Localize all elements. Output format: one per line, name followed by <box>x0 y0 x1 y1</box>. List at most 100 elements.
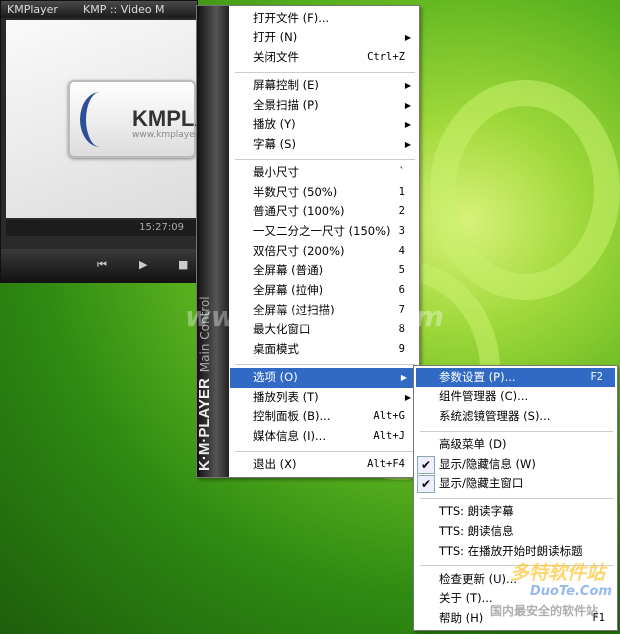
title-bar[interactable]: KMPlayer KMP :: Video M <box>1 1 197 18</box>
menu-separator <box>414 427 617 435</box>
shortcut-label: 4 <box>398 244 405 257</box>
menu-item[interactable]: 全景扫描 (P) ▶ <box>229 96 419 116</box>
menu-item[interactable]: 半数尺寸 (50%) 1 <box>229 183 419 203</box>
play-button[interactable]: ▶ <box>139 258 147 271</box>
menu-item-label: 检查更新 (U)... <box>439 571 518 586</box>
menu-item[interactable]: 全屏幕 (拉伸) 6 <box>229 281 419 301</box>
menu-item-label: 屏幕控制 (E) <box>253 77 319 92</box>
shortcut-label: 3 <box>398 224 405 237</box>
watermark-brand: 多特软件站 <box>510 562 606 584</box>
menu-item[interactable]: 选项 (O) ▶ <box>230 368 415 388</box>
menu-item-label: 全景扫描 (P) <box>253 97 319 112</box>
menu-item-label: 一又二分之一尺寸 (150%) <box>253 223 391 238</box>
menu-item-label: 显示/隐藏信息 (W) <box>439 456 536 471</box>
menu-item[interactable]: TTS: 朗读信息 <box>414 522 617 542</box>
app-title: KMPlayer <box>7 3 58 16</box>
menu-separator <box>414 494 617 502</box>
shortcut-label: Alt+G <box>373 410 405 423</box>
control-bar: ⏮ ▶ ■ <box>1 249 197 283</box>
menu-item-label: 双倍尺寸 (200%) <box>253 243 345 258</box>
menu-item-label: TTS: 朗读信息 <box>439 523 514 538</box>
menu-item-label: 全屏幕 (拉伸) <box>253 283 324 298</box>
menu-item[interactable]: 媒体信息 (I)... Alt+J <box>229 427 419 447</box>
menu-separator <box>229 155 419 163</box>
menu-item-label: 播放 (Y) <box>253 117 296 132</box>
watermark-brand-en: DuoTe.Com <box>530 584 612 599</box>
menu-item[interactable]: 高级菜单 (D) <box>414 435 617 455</box>
menu-separator <box>229 447 419 455</box>
shortcut-label: Alt+F4 <box>367 458 405 471</box>
menu-separator <box>229 68 419 76</box>
menu-item[interactable]: 播放列表 (T) ▶ <box>229 388 419 408</box>
shortcut-label: 9 <box>398 343 405 356</box>
menu-item[interactable]: 桌面模式 9 <box>229 340 419 360</box>
menu-item-label: 控制面板 (B)... <box>253 409 331 424</box>
video-area[interactable]: KMPLA www.kmplayer. <box>6 20 210 218</box>
menu-item-label: 媒体信息 (I)... <box>253 429 326 444</box>
submenu-arrow-icon: ▶ <box>400 373 407 383</box>
shortcut-label: 6 <box>398 284 405 297</box>
time-display: 15:27:09 <box>6 220 196 236</box>
background-decoration <box>430 80 620 300</box>
shortcut-label: 2 <box>398 205 405 218</box>
main-context-menu: K·M·PLAYERMain Control 打开文件 (F)... 打开 (N)… <box>196 5 420 478</box>
menu-item[interactable]: 控制面板 (B)... Alt+G <box>229 407 419 427</box>
menu-item-label: 打开 (N) <box>253 30 298 45</box>
menu-item-label: 退出 (X) <box>253 457 297 472</box>
menu-item[interactable]: 一又二分之一尺寸 (150%) 3 <box>229 222 419 242</box>
submenu-arrow-icon: ▶ <box>404 33 411 43</box>
menu-item-label: 系统滤镜管理器 (S)... <box>439 408 551 423</box>
menu-item[interactable]: 退出 (X) Alt+F4 <box>229 455 419 475</box>
menu-item-label: 组件管理器 (C)... <box>439 389 529 404</box>
menu-item-label: 关闭文件 <box>253 49 299 64</box>
menu-item[interactable]: 播放 (Y) ▶ <box>229 115 419 135</box>
watermark-slogan: 国内最安全的软件站 <box>490 604 599 618</box>
menu-item-label: 参数设置 (P)... <box>439 369 516 384</box>
menu-item-label: 桌面模式 <box>253 342 299 357</box>
kmplayer-window[interactable]: KMPlayer KMP :: Video M KMPLA www.kmplayer… <box>0 0 210 283</box>
menu-item-label: TTS: 朗读字幕 <box>439 504 514 519</box>
checkmark-icon: ✔ <box>417 455 435 474</box>
menu-item-label: 显示/隐藏主窗口 <box>439 476 524 491</box>
previous-button[interactable]: ⏮ <box>97 258 107 272</box>
menu-item-label: 关于 (T)... <box>439 591 493 606</box>
shortcut-label: Ctrl+Z <box>367 50 405 63</box>
menu-item-label: 半数尺寸 (50%) <box>253 184 338 199</box>
menu-item[interactable]: 屏幕控制 (E) ▶ <box>229 76 419 96</box>
menu-item-label: 全屏幕 (普通) <box>253 263 324 278</box>
submenu-arrow-icon: ▶ <box>404 100 411 110</box>
submenu-arrow-icon: ▶ <box>404 139 411 149</box>
menu-item-label: 帮助 (H) <box>439 610 484 625</box>
window-title: KMP :: Video M <box>83 3 165 16</box>
menu-item[interactable]: 系统滤镜管理器 (S)... <box>414 407 617 427</box>
menu-item[interactable]: 组件管理器 (C)... <box>414 387 617 407</box>
menu-item[interactable]: TTS: 朗读字幕 <box>414 502 617 522</box>
menu-item-label: 打开文件 (F)... <box>253 10 330 25</box>
checkmark-icon: ✔ <box>417 475 435 494</box>
menu-item[interactable]: 最小尺寸 ` <box>229 163 419 183</box>
shortcut-label: F2 <box>590 370 603 383</box>
kmplayer-logo: KMPLA www.kmplayer. <box>68 80 210 158</box>
menu-item[interactable]: 关闭文件 Ctrl+Z <box>229 48 419 68</box>
menu-item-label: 播放列表 (T) <box>253 389 319 404</box>
menu-item-label: 普通尺寸 (100%) <box>253 204 345 219</box>
menu-side-banner: K·M·PLAYERMain Control <box>196 6 229 477</box>
shortcut-label: Alt+J <box>373 430 405 443</box>
menu-item[interactable]: 打开 (N) ▶ <box>229 28 419 48</box>
shortcut-label: 5 <box>398 264 405 277</box>
stop-button[interactable]: ■ <box>178 258 188 271</box>
menu-item[interactable]: 全屏幕 (普通) 5 <box>229 261 419 281</box>
submenu-arrow-icon: ▶ <box>404 80 411 90</box>
watermark-url: www.DuoTe.com <box>185 300 444 333</box>
menu-item[interactable]: ✔ 显示/隐藏主窗口 <box>414 474 617 494</box>
submenu-arrow-icon: ▶ <box>404 120 411 130</box>
menu-item[interactable]: 打开文件 (F)... <box>229 9 419 29</box>
menu-item-label: 字幕 (S) <box>253 136 296 151</box>
menu-item[interactable]: ✔ 显示/隐藏信息 (W) <box>414 455 617 475</box>
menu-item[interactable]: 双倍尺寸 (200%) 4 <box>229 242 419 262</box>
menu-item[interactable]: 参数设置 (P)... F2 <box>416 367 615 388</box>
submenu-arrow-icon: ▶ <box>404 392 411 402</box>
shortcut-label: ` <box>398 165 405 178</box>
menu-item[interactable]: 字幕 (S) ▶ <box>229 135 419 155</box>
menu-item[interactable]: 普通尺寸 (100%) 2 <box>229 202 419 222</box>
